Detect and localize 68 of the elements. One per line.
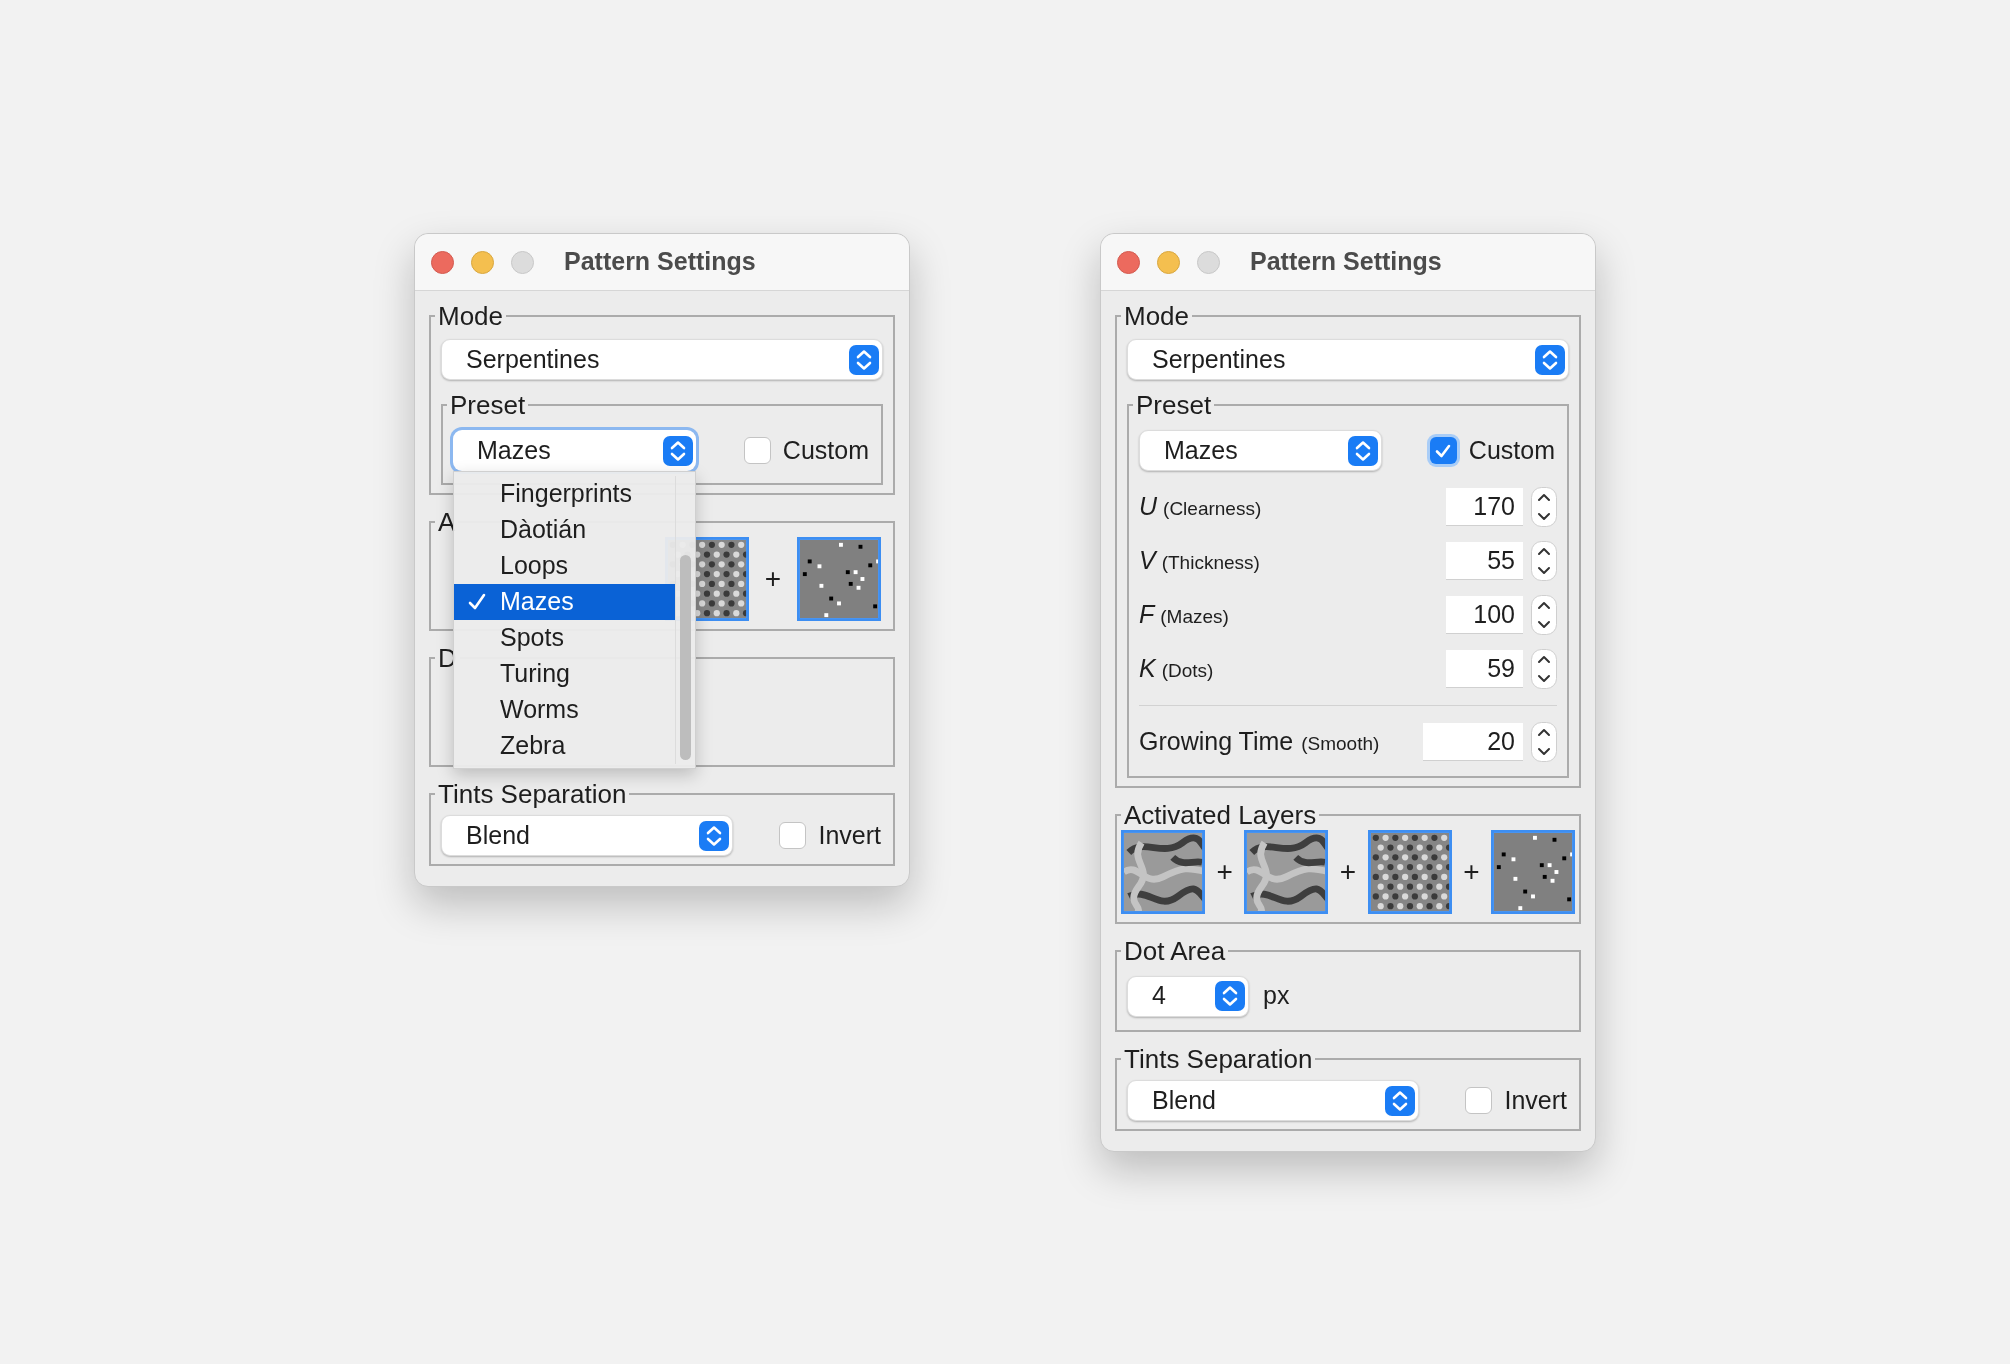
stepper[interactable] (1531, 541, 1557, 581)
checkbox-label: Custom (1468, 434, 1555, 466)
menu-item[interactable]: Zebra (454, 728, 675, 764)
chevron-updown-icon (1215, 980, 1245, 1012)
pattern-thumbnail[interactable] (1121, 830, 1205, 914)
plus-sign: + (1463, 855, 1480, 889)
pattern-thumbnail[interactable] (1244, 830, 1329, 914)
parameter-label: F (Mazes) (1139, 599, 1229, 631)
checkbox[interactable] (779, 822, 807, 849)
chevron-updown-icon (1535, 343, 1565, 376)
section-legend: Activated Layers (1121, 800, 1320, 830)
section-legend: Tints Separation (435, 779, 630, 809)
preset-dropdown[interactable]: Mazes (453, 430, 696, 471)
pattern-thumbnail[interactable] (1491, 830, 1575, 914)
checkbox-label: Invert (1504, 1084, 1567, 1116)
close-button[interactable] (431, 250, 454, 274)
section-legend: Mode (435, 301, 507, 331)
window-title: Pattern Settings (1250, 246, 1442, 278)
menu-item[interactable]: Spots (454, 620, 675, 656)
tints-dropdown[interactable]: Blend (441, 815, 733, 856)
parameter-label: K (Dots) (1139, 653, 1214, 685)
dot-area-dropdown[interactable]: 4 (1127, 975, 1249, 1017)
chevron-updown-icon (1385, 1084, 1415, 1117)
number-field[interactable]: 20 (1423, 723, 1523, 761)
plus-sign: + (764, 562, 781, 596)
mode-dropdown[interactable]: Serpentines (441, 339, 883, 380)
section-legend: Mode (1121, 301, 1193, 331)
menu-item[interactable]: Mazes (454, 584, 675, 620)
checkbox[interactable] (1465, 1087, 1493, 1114)
number-field[interactable]: 100 (1446, 596, 1523, 634)
number-field[interactable]: 170 (1446, 488, 1523, 526)
pattern-thumbnail[interactable] (797, 537, 881, 621)
mode-dropdown[interactable]: Serpentines (1127, 339, 1569, 380)
minimize-button[interactable] (471, 250, 494, 274)
menu-item[interactable]: Turing (454, 656, 675, 692)
stepper[interactable] (1531, 649, 1557, 689)
section-legend: Dot Area (1121, 936, 1229, 966)
stepper[interactable] (1531, 595, 1557, 635)
checkbox[interactable] (1429, 437, 1457, 464)
parameter-label: Growing Time (Smooth) (1139, 726, 1380, 758)
chevron-updown-icon (699, 819, 729, 852)
stepper[interactable] (1531, 722, 1557, 762)
window-title: Pattern Settings (564, 246, 756, 278)
chevron-updown-icon (1348, 434, 1378, 467)
number-field[interactable]: 59 (1446, 650, 1523, 688)
preset-dropdown[interactable]: Mazes (1139, 430, 1382, 471)
plus-sign: + (1339, 855, 1357, 889)
plus-sign: + (1216, 855, 1233, 889)
chevron-updown-icon (849, 343, 879, 376)
pattern-thumbnail[interactable] (1367, 830, 1452, 914)
parameter-label: U (Clearness) (1139, 491, 1262, 523)
checkmark-icon (467, 592, 487, 612)
minimize-button[interactable] (1157, 250, 1180, 274)
menu-item[interactable]: Loops (454, 548, 675, 584)
checkbox-label: Custom (782, 434, 869, 466)
checkbox[interactable] (743, 437, 771, 464)
section-legend: Tints Separation (1121, 1044, 1316, 1074)
chevron-updown-icon (663, 434, 693, 467)
parameter-label: V (Thickness) (1139, 545, 1260, 577)
close-button[interactable] (1117, 250, 1140, 274)
section-legend: Preset (1133, 390, 1215, 420)
unit-label: px (1263, 980, 1290, 1012)
stepper[interactable] (1531, 487, 1557, 527)
tints-dropdown[interactable]: Blend (1127, 1080, 1419, 1121)
section-legend: Preset (447, 390, 529, 420)
menu-item[interactable]: Worms (454, 692, 675, 728)
number-field[interactable]: 55 (1446, 542, 1523, 580)
checkbox-label: Invert (818, 819, 881, 851)
